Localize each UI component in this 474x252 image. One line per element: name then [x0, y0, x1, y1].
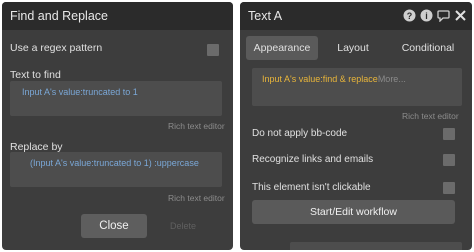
bbcode-label: Do not apply bb-code — [252, 128, 348, 139]
tab-conditional[interactable]: Conditional — [388, 36, 468, 60]
text-content-field[interactable]: Input A's value:find & replaceMore... — [252, 68, 462, 106]
start-edit-workflow-button[interactable]: Start/Edit workflow — [252, 200, 455, 224]
find-label: Text to find — [10, 69, 61, 81]
links-checkbox[interactable] — [443, 154, 455, 166]
tab-layout[interactable]: Layout — [322, 36, 384, 60]
links-label: Recognize links and emails — [252, 154, 374, 165]
not-clickable-checkbox[interactable] — [443, 182, 455, 194]
bbcode-checkbox[interactable] — [443, 128, 455, 140]
info-icon[interactable]: i — [420, 9, 433, 22]
find-editor-hint: Rich text editor — [168, 121, 225, 131]
replace-editor-hint: Rich text editor — [168, 193, 225, 203]
replace-value[interactable]: (Input A's value:truncated to 1) :upperc… — [30, 158, 199, 168]
tab-appearance[interactable]: Appearance — [246, 36, 318, 60]
operator[interactable]: :find & replace — [320, 74, 378, 84]
content-editor-hint: Rich text editor — [402, 111, 459, 121]
svg-text:?: ? — [407, 11, 413, 21]
regex-checkbox[interactable] — [207, 44, 219, 56]
element-property-editor: Text A ? i Appearance Layout Conditional… — [240, 2, 472, 250]
close-icon[interactable] — [454, 9, 467, 22]
help-icon[interactable]: ? — [403, 9, 416, 22]
not-clickable-label: This element isn't clickable — [252, 182, 371, 193]
dynamic-value[interactable]: Input A's value — [262, 74, 320, 84]
close-button[interactable]: Close — [81, 214, 147, 238]
more-link[interactable]: More... — [378, 74, 406, 84]
comment-icon[interactable] — [437, 9, 450, 22]
delete-button[interactable]: Delete — [160, 214, 206, 238]
dialog-title: Find and Replace — [2, 2, 233, 30]
regex-label: Use a regex pattern — [10, 42, 103, 54]
replace-field[interactable]: (Input A's value:truncated to 1) :upperc… — [10, 152, 222, 187]
find-field[interactable]: Input A's value:truncated to 1 — [10, 81, 222, 116]
find-replace-dialog: Find and Replace Use a regex pattern Tex… — [2, 2, 233, 250]
find-value[interactable]: Input A's value:truncated to 1 — [22, 87, 138, 97]
svg-text:i: i — [425, 11, 428, 21]
next-field-edge — [290, 242, 462, 250]
text-content-expression[interactable]: Input A's value:find & replaceMore... — [262, 74, 406, 84]
